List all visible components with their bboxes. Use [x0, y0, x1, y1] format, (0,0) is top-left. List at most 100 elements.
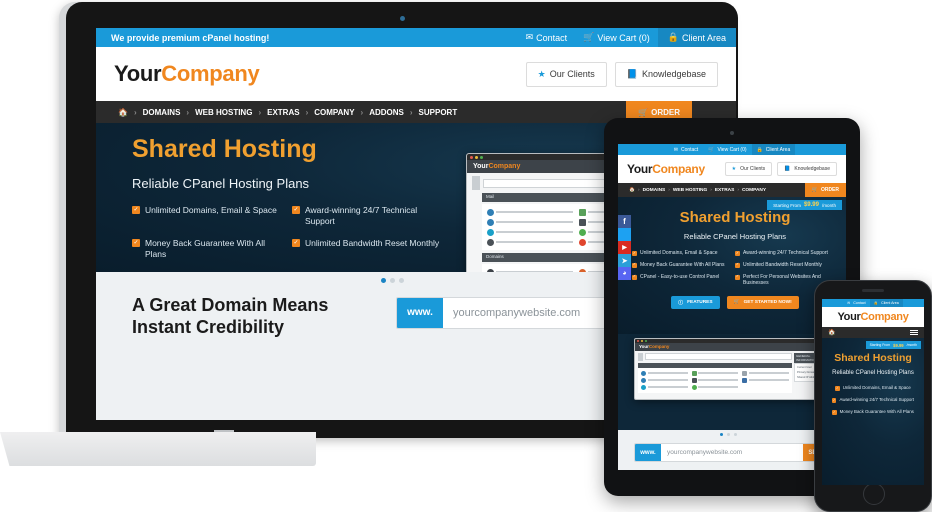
topbar: ✉ Contact 🛒 View Cart (0) 🔒 Client Area — [618, 144, 846, 155]
main-nav: 🏠 — [822, 327, 924, 338]
hero-feature: ✓ Award-winning 24/7 Technical Support — [830, 397, 916, 409]
domain-search-input[interactable]: yourcompanywebsite.com — [661, 444, 803, 461]
telegram-icon[interactable]: ➤ — [618, 254, 631, 267]
get-started-button[interactable]: 🛒 GET STARTED NOW! — [727, 296, 799, 309]
hero-feature: ✓ Award-winning 24/7 Technical Support — [292, 205, 452, 238]
topbar-link-client-area[interactable]: 🔒 Client Area — [752, 144, 796, 155]
topbar: ✉ Contact 🔒 Client Area — [822, 299, 924, 307]
domain-search-section: YourCompany 🔍 👤 — [618, 334, 846, 471]
phone-home-button[interactable] — [863, 483, 885, 505]
hosting-devices-mockup: { "colors":{"accent_blue":"#1a9ad9","acc… — [0, 0, 932, 512]
knowledgebase-label: Knowledgebase — [642, 69, 706, 79]
knowledgebase-button[interactable]: 📘 Knowledgebase — [777, 162, 837, 176]
topbar-link-contact-label: Contact — [536, 33, 567, 43]
home-icon[interactable]: 🏠 — [112, 108, 134, 117]
carousel-dot-3[interactable] — [399, 278, 404, 283]
hero-feature: ✓ Unlimited Domains, Email & Space — [632, 250, 735, 262]
laptop-camera-icon — [400, 16, 405, 21]
topbar-tagline: We provide premium cPanel hosting! — [111, 33, 269, 43]
nav-item-extras[interactable]: EXTRAS — [261, 108, 305, 117]
carousel-dot-3[interactable] — [734, 433, 737, 436]
cpanel-screenshot: YourCompany 🔍 👤 — [634, 338, 836, 400]
nav-item-addons[interactable]: ADDONS — [363, 108, 410, 117]
hamburger-icon[interactable] — [910, 327, 918, 338]
envelope-icon: ✉ — [674, 147, 678, 153]
nav-item-web-hosting[interactable]: WEB HOSTING — [670, 188, 710, 193]
hero-feature: ✓ Award-winning 24/7 Technical Support — [735, 250, 838, 262]
check-icon: ✓ — [832, 410, 837, 415]
hero-feature: ✓ Unlimited Domains, Email & Space — [132, 205, 292, 238]
carousel-dots[interactable] — [720, 433, 737, 436]
topbar-link-client-area-label: Client Area — [682, 33, 726, 43]
order-button-label: ORDER — [651, 108, 680, 117]
www-prefix: www. — [635, 444, 661, 461]
nav-item-domains[interactable]: DOMAINS — [137, 108, 187, 117]
nav-item-company[interactable]: COMPANY — [308, 108, 360, 117]
phone-device: ✉ Contact 🔒 Client Area YourCompany 🏠 St… — [814, 280, 932, 512]
hero-feature: ✓ Unlimited Domains, Email & Space — [830, 385, 916, 397]
facebook-icon[interactable]: f — [618, 215, 631, 228]
carousel-dot-1[interactable] — [381, 278, 386, 283]
star-icon: ★ — [538, 69, 546, 80]
info-icon: ⓘ — [678, 299, 683, 306]
logo[interactable]: YourCompany — [627, 162, 705, 176]
price-flag: Starting From $9.99 /month — [866, 341, 921, 349]
cart-icon: 🛒 — [708, 147, 714, 153]
youtube-icon[interactable]: ▶ — [618, 241, 631, 254]
carousel-dot-2[interactable] — [727, 433, 730, 436]
brand-bar: YourCompany ★ Our Clients 📘 Knowledgebas… — [618, 155, 846, 183]
check-icon: ✓ — [632, 275, 637, 280]
hero-feature: ✓ Money Back Guarantee With All Plans — [830, 409, 916, 421]
tablet-screen: ✉ Contact 🛒 View Cart (0) 🔒 Client Area … — [618, 144, 846, 470]
lock-icon: 🔒 — [757, 147, 763, 153]
check-icon: ✓ — [735, 263, 740, 268]
star-icon: ★ — [732, 166, 736, 172]
home-icon[interactable]: 🏠 — [828, 329, 835, 336]
cart-icon: 🛒 — [638, 108, 648, 117]
topbar-link-contact[interactable]: ✉ Contact — [669, 144, 703, 155]
nav-item-support[interactable]: SUPPORT — [413, 108, 464, 117]
hero-feature: ✓ Money Back Guarantee With All Plans — [132, 238, 292, 271]
logo[interactable]: YourCompany — [837, 311, 908, 323]
www-prefix: www. — [397, 298, 443, 328]
topbar-link-client-area[interactable]: 🔒 Client Area — [658, 28, 736, 47]
carousel-dot-1[interactable] — [720, 433, 723, 436]
home-icon[interactable]: 🏠 — [626, 188, 638, 193]
site-phone: ✉ Contact 🔒 Client Area YourCompany 🏠 St… — [822, 299, 924, 485]
knowledgebase-button[interactable]: 📘 Knowledgebase — [615, 62, 718, 87]
order-button[interactable]: 🛒 ORDER — [805, 183, 846, 197]
our-clients-button[interactable]: ★ Our Clients — [725, 162, 773, 176]
topbar-link-cart[interactable]: 🛒 View Cart (0) — [703, 144, 751, 155]
book-icon: 📘 — [784, 166, 790, 172]
topbar-link-client-area[interactable]: 🔒 Client Area — [870, 299, 903, 307]
check-icon: ✓ — [835, 386, 840, 391]
envelope-icon: ✉ — [526, 32, 534, 43]
nav-item-extras[interactable]: EXTRAS — [712, 188, 737, 193]
logo[interactable]: YourCompany — [114, 61, 259, 87]
our-clients-button[interactable]: ★ Our Clients — [526, 62, 607, 87]
carousel-dots[interactable] — [381, 278, 404, 283]
nav-item-company[interactable]: COMPANY — [739, 188, 769, 193]
discord-icon[interactable]: ◕ — [618, 267, 631, 280]
features-button[interactable]: ⓘ FEATURES — [671, 296, 719, 309]
hero-title: Shared Hosting — [132, 135, 452, 164]
nav-item-web-hosting[interactable]: WEB HOSTING — [189, 108, 258, 117]
hero-feature-label: Award-winning 24/7 Technical Support — [305, 205, 446, 228]
hero-feature-label: Unlimited Domains, Email & Space — [145, 205, 277, 216]
topbar-link-cart[interactable]: 🛒 View Cart (0) — [575, 28, 658, 47]
carousel-dot-2[interactable] — [390, 278, 395, 283]
hero-title: Shared Hosting — [830, 352, 916, 364]
twitter-icon[interactable]: 𝉹 — [618, 228, 631, 241]
cart-icon: 🛒 — [734, 300, 740, 305]
logo-part1: Your — [114, 61, 161, 86]
domain-search-bar[interactable]: www. yourcompanywebsite.com SEARCH — [634, 443, 840, 462]
topbar-link-contact[interactable]: ✉ Contact — [518, 28, 576, 47]
hero-title: Shared Hosting — [632, 209, 838, 226]
hero-feature-label: Unlimited Bandwidth Reset Monthly — [305, 238, 439, 249]
hero-section: Starting From $9.99 /month Shared Hostin… — [822, 338, 924, 485]
cpanel-logo: YourCompany — [639, 344, 669, 349]
topbar-link-contact[interactable]: ✉ Contact — [843, 299, 869, 307]
nav-item-domains[interactable]: DOMAINS — [640, 188, 669, 193]
cart-icon: 🛒 — [583, 32, 594, 43]
logo-part2: Company — [161, 61, 259, 86]
